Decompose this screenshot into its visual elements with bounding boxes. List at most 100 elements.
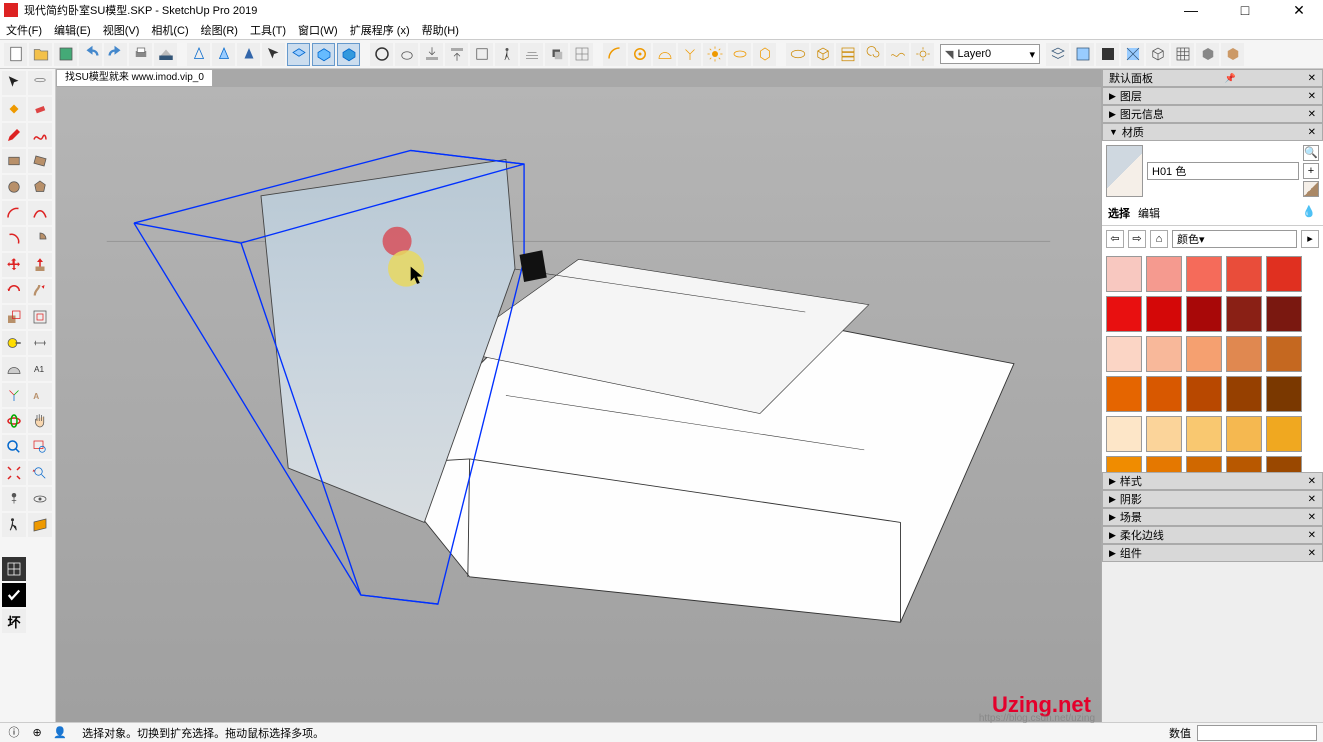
section-plane-icon[interactable]: [28, 513, 52, 537]
waves-icon[interactable]: [886, 43, 909, 66]
color-swatch[interactable]: [1186, 416, 1222, 452]
menu-help[interactable]: 帮助(H): [422, 22, 459, 38]
color-swatch[interactable]: [1226, 416, 1262, 452]
stack-icon[interactable]: [836, 43, 859, 66]
material-swatch-large[interactable]: [1106, 145, 1143, 197]
color-swatch[interactable]: [1226, 456, 1262, 472]
walk-tool-icon[interactable]: [2, 513, 26, 537]
component-edit-icon[interactable]: [312, 43, 335, 66]
close-icon[interactable]: ✕: [1308, 127, 1316, 138]
rectangle-icon[interactable]: [2, 149, 26, 173]
create-material-icon[interactable]: +: [1303, 163, 1319, 179]
material-name-input[interactable]: [1147, 162, 1299, 180]
text-bad-icon[interactable]: 坏: [2, 609, 26, 633]
close-icon[interactable]: ✕: [1308, 476, 1316, 487]
open-file-icon[interactable]: [29, 43, 52, 66]
protractor-icon[interactable]: [2, 357, 26, 381]
color-swatch[interactable]: [1226, 336, 1262, 372]
details-menu-icon[interactable]: ▸: [1301, 230, 1319, 248]
person-icon[interactable]: 👤: [52, 725, 68, 741]
close-icon[interactable]: ✕: [1308, 91, 1316, 102]
gear-icon[interactable]: [911, 43, 934, 66]
nav-forward-button[interactable]: ⇨: [1128, 230, 1146, 248]
panel-materials[interactable]: ▼材质✕: [1102, 123, 1323, 141]
color-swatch[interactable]: [1146, 376, 1182, 412]
panel-styles[interactable]: ▶样式✕: [1102, 472, 1323, 490]
color-swatch[interactable]: [1186, 376, 1222, 412]
render-dark-icon[interactable]: [1096, 43, 1119, 66]
grid-box-icon[interactable]: [1171, 43, 1194, 66]
box-wire-icon[interactable]: [811, 43, 834, 66]
select-tool-icon[interactable]: [262, 43, 285, 66]
freehand-icon[interactable]: [28, 123, 52, 147]
menu-window[interactable]: 窗口(W): [298, 22, 338, 38]
cube-amber-icon[interactable]: [753, 43, 776, 66]
axes-icon[interactable]: [2, 383, 26, 407]
paint-bucket-icon[interactable]: [2, 97, 26, 121]
color-swatch[interactable]: [1266, 416, 1302, 452]
panel-scenes[interactable]: ▶场景✕: [1102, 508, 1323, 526]
textures-box-icon[interactable]: [1221, 43, 1244, 66]
arc-icon[interactable]: [2, 201, 26, 225]
orbit-icon[interactable]: [2, 409, 26, 433]
preferences-icon[interactable]: [1071, 43, 1094, 66]
color-swatch[interactable]: [1106, 456, 1142, 472]
minimize-button[interactable]: —: [1171, 2, 1211, 19]
value-input[interactable]: [1197, 725, 1317, 741]
color-swatch[interactable]: [1186, 456, 1222, 472]
color-swatch[interactable]: [1146, 416, 1182, 452]
look-around-icon[interactable]: [28, 487, 52, 511]
pie-icon[interactable]: [28, 227, 52, 251]
position-camera-icon[interactable]: [2, 487, 26, 511]
color-swatch[interactable]: [1146, 296, 1182, 332]
panel-close-icon[interactable]: ✕: [1308, 73, 1316, 84]
import-icon[interactable]: [420, 43, 443, 66]
menu-edit[interactable]: 编辑(E): [54, 22, 91, 38]
arc2-icon[interactable]: [28, 201, 52, 225]
fog-icon[interactable]: [520, 43, 543, 66]
rotated-rect-icon[interactable]: [28, 149, 52, 173]
menu-draw[interactable]: 绘图(R): [201, 22, 238, 38]
spiral-icon[interactable]: [861, 43, 884, 66]
close-icon[interactable]: ✕: [1308, 512, 1316, 523]
circle-icon[interactable]: [2, 175, 26, 199]
render-map-icon[interactable]: [1121, 43, 1144, 66]
pan-icon[interactable]: [28, 409, 52, 433]
lasso-icon[interactable]: [28, 71, 52, 95]
menu-view[interactable]: 视图(V): [103, 22, 140, 38]
color-swatch[interactable]: [1106, 376, 1142, 412]
viewport[interactable]: Uzing.net https://blog.csdn.net/uzing: [56, 87, 1101, 722]
section-icon[interactable]: [470, 43, 493, 66]
arc3-icon[interactable]: [2, 227, 26, 251]
solid-box-icon[interactable]: [1196, 43, 1219, 66]
close-icon[interactable]: ✕: [1308, 548, 1316, 559]
color-swatch[interactable]: [1186, 256, 1222, 292]
layer-dropdown[interactable]: ◥ Layer0 ▾: [940, 44, 1040, 64]
new-file-icon[interactable]: [4, 43, 27, 66]
sun-icon[interactable]: [703, 43, 726, 66]
close-icon[interactable]: ✕: [1308, 494, 1316, 505]
nav-back-button[interactable]: ⇦: [1106, 230, 1124, 248]
sample-in-model-icon[interactable]: 🔍: [1303, 145, 1319, 161]
axes-amber-icon[interactable]: [678, 43, 701, 66]
panel-soften[interactable]: ▶柔化边线✕: [1102, 526, 1323, 544]
teapot-icon[interactable]: [395, 43, 418, 66]
zoom-icon[interactable]: [2, 435, 26, 459]
panel-entity-info[interactable]: ▶图元信息✕: [1102, 105, 1323, 123]
shadow-icon[interactable]: [545, 43, 568, 66]
panel-shadows[interactable]: ▶阴影✕: [1102, 490, 1323, 508]
menu-extensions[interactable]: 扩展程序 (x): [350, 22, 410, 38]
3dtext-icon[interactable]: A: [28, 383, 52, 407]
menu-camera[interactable]: 相机(C): [151, 22, 188, 38]
pencil-icon[interactable]: [2, 123, 26, 147]
color-swatch[interactable]: [1266, 336, 1302, 372]
color-swatch[interactable]: [1226, 376, 1262, 412]
select-icon[interactable]: [2, 71, 26, 95]
undo-icon[interactable]: [79, 43, 102, 66]
color-swatch[interactable]: [1186, 296, 1222, 332]
color-swatch[interactable]: [1226, 256, 1262, 292]
eyedropper-icon[interactable]: 💧: [1301, 205, 1317, 221]
print-icon[interactable]: [129, 43, 152, 66]
tab-edit[interactable]: 编辑: [1138, 205, 1160, 221]
grid-icon[interactable]: [570, 43, 593, 66]
